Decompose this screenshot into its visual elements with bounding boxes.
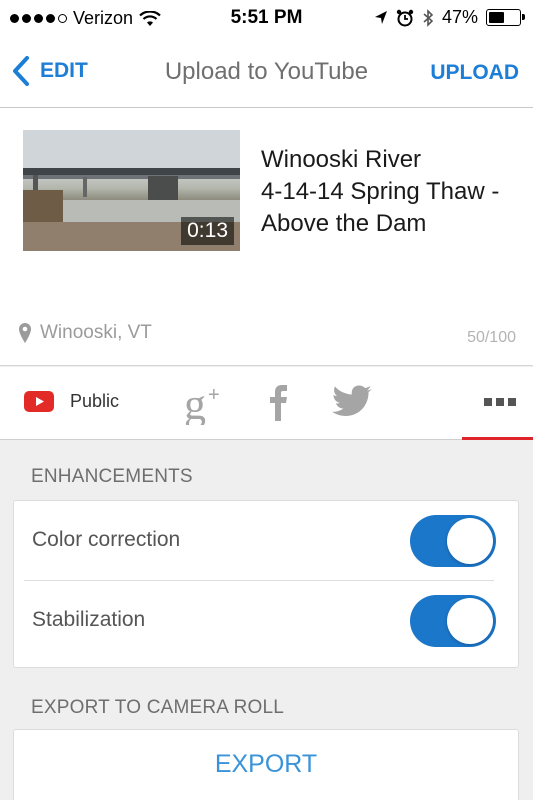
- share-bar: Public g +: [0, 367, 533, 440]
- svg-text:+: +: [208, 384, 220, 406]
- nav-bar: EDIT Upload to YouTube UPLOAD: [0, 36, 533, 108]
- video-thumbnail[interactable]: 0:13: [23, 130, 240, 251]
- bluetooth-icon: [423, 8, 434, 27]
- active-tab-indicator: [462, 437, 533, 440]
- color-correction-label: Color correction: [32, 528, 181, 551]
- location-arrow-icon: [374, 10, 387, 24]
- enhancements-card: Color correction Stabilization: [13, 500, 519, 668]
- svg-text:g: g: [184, 381, 206, 425]
- battery-icon: [486, 9, 525, 26]
- color-correction-toggle[interactable]: [410, 515, 496, 567]
- battery-percent: 47%: [441, 7, 478, 27]
- privacy-label: Public: [70, 391, 120, 411]
- screen: Verizon 5:51 PM 47% EDIT Upload to YouTu…: [0, 0, 533, 800]
- export-header: EXPORT TO CAMERA ROLL: [31, 697, 285, 718]
- export-card: EXPORT: [13, 729, 519, 800]
- title-char-count: 50/100: [467, 329, 516, 346]
- privacy-selector[interactable]: Public: [24, 391, 119, 412]
- color-correction-row: Color correction: [14, 501, 518, 581]
- location-label: Winooski, VT: [40, 322, 152, 343]
- alarm-icon: [396, 9, 414, 26]
- video-title-field[interactable]: Winooski River 4-14-14 Spring Thaw - Abo…: [261, 144, 529, 240]
- google-plus-icon[interactable]: g +: [184, 380, 228, 430]
- status-right: 47%: [374, 7, 525, 28]
- youtube-icon: [24, 391, 54, 412]
- upload-button[interactable]: UPLOAD: [430, 61, 519, 85]
- video-duration: 0:13: [181, 217, 234, 245]
- location-field[interactable]: Winooski, VT: [18, 322, 152, 344]
- more-icon[interactable]: [484, 398, 516, 406]
- status-bar: Verizon 5:51 PM 47%: [0, 0, 533, 36]
- stabilization-row: Stabilization: [14, 581, 518, 661]
- location-pin-icon: [19, 323, 31, 343]
- video-details: 0:13 Winooski River 4-14-14 Spring Thaw …: [0, 108, 533, 366]
- enhancements-header: ENHANCEMENTS: [31, 466, 193, 487]
- export-button[interactable]: EXPORT: [14, 750, 518, 779]
- twitter-icon[interactable]: [332, 385, 374, 424]
- stabilization-toggle[interactable]: [410, 595, 496, 647]
- facebook-icon[interactable]: [266, 381, 292, 430]
- stabilization-label: Stabilization: [32, 608, 146, 631]
